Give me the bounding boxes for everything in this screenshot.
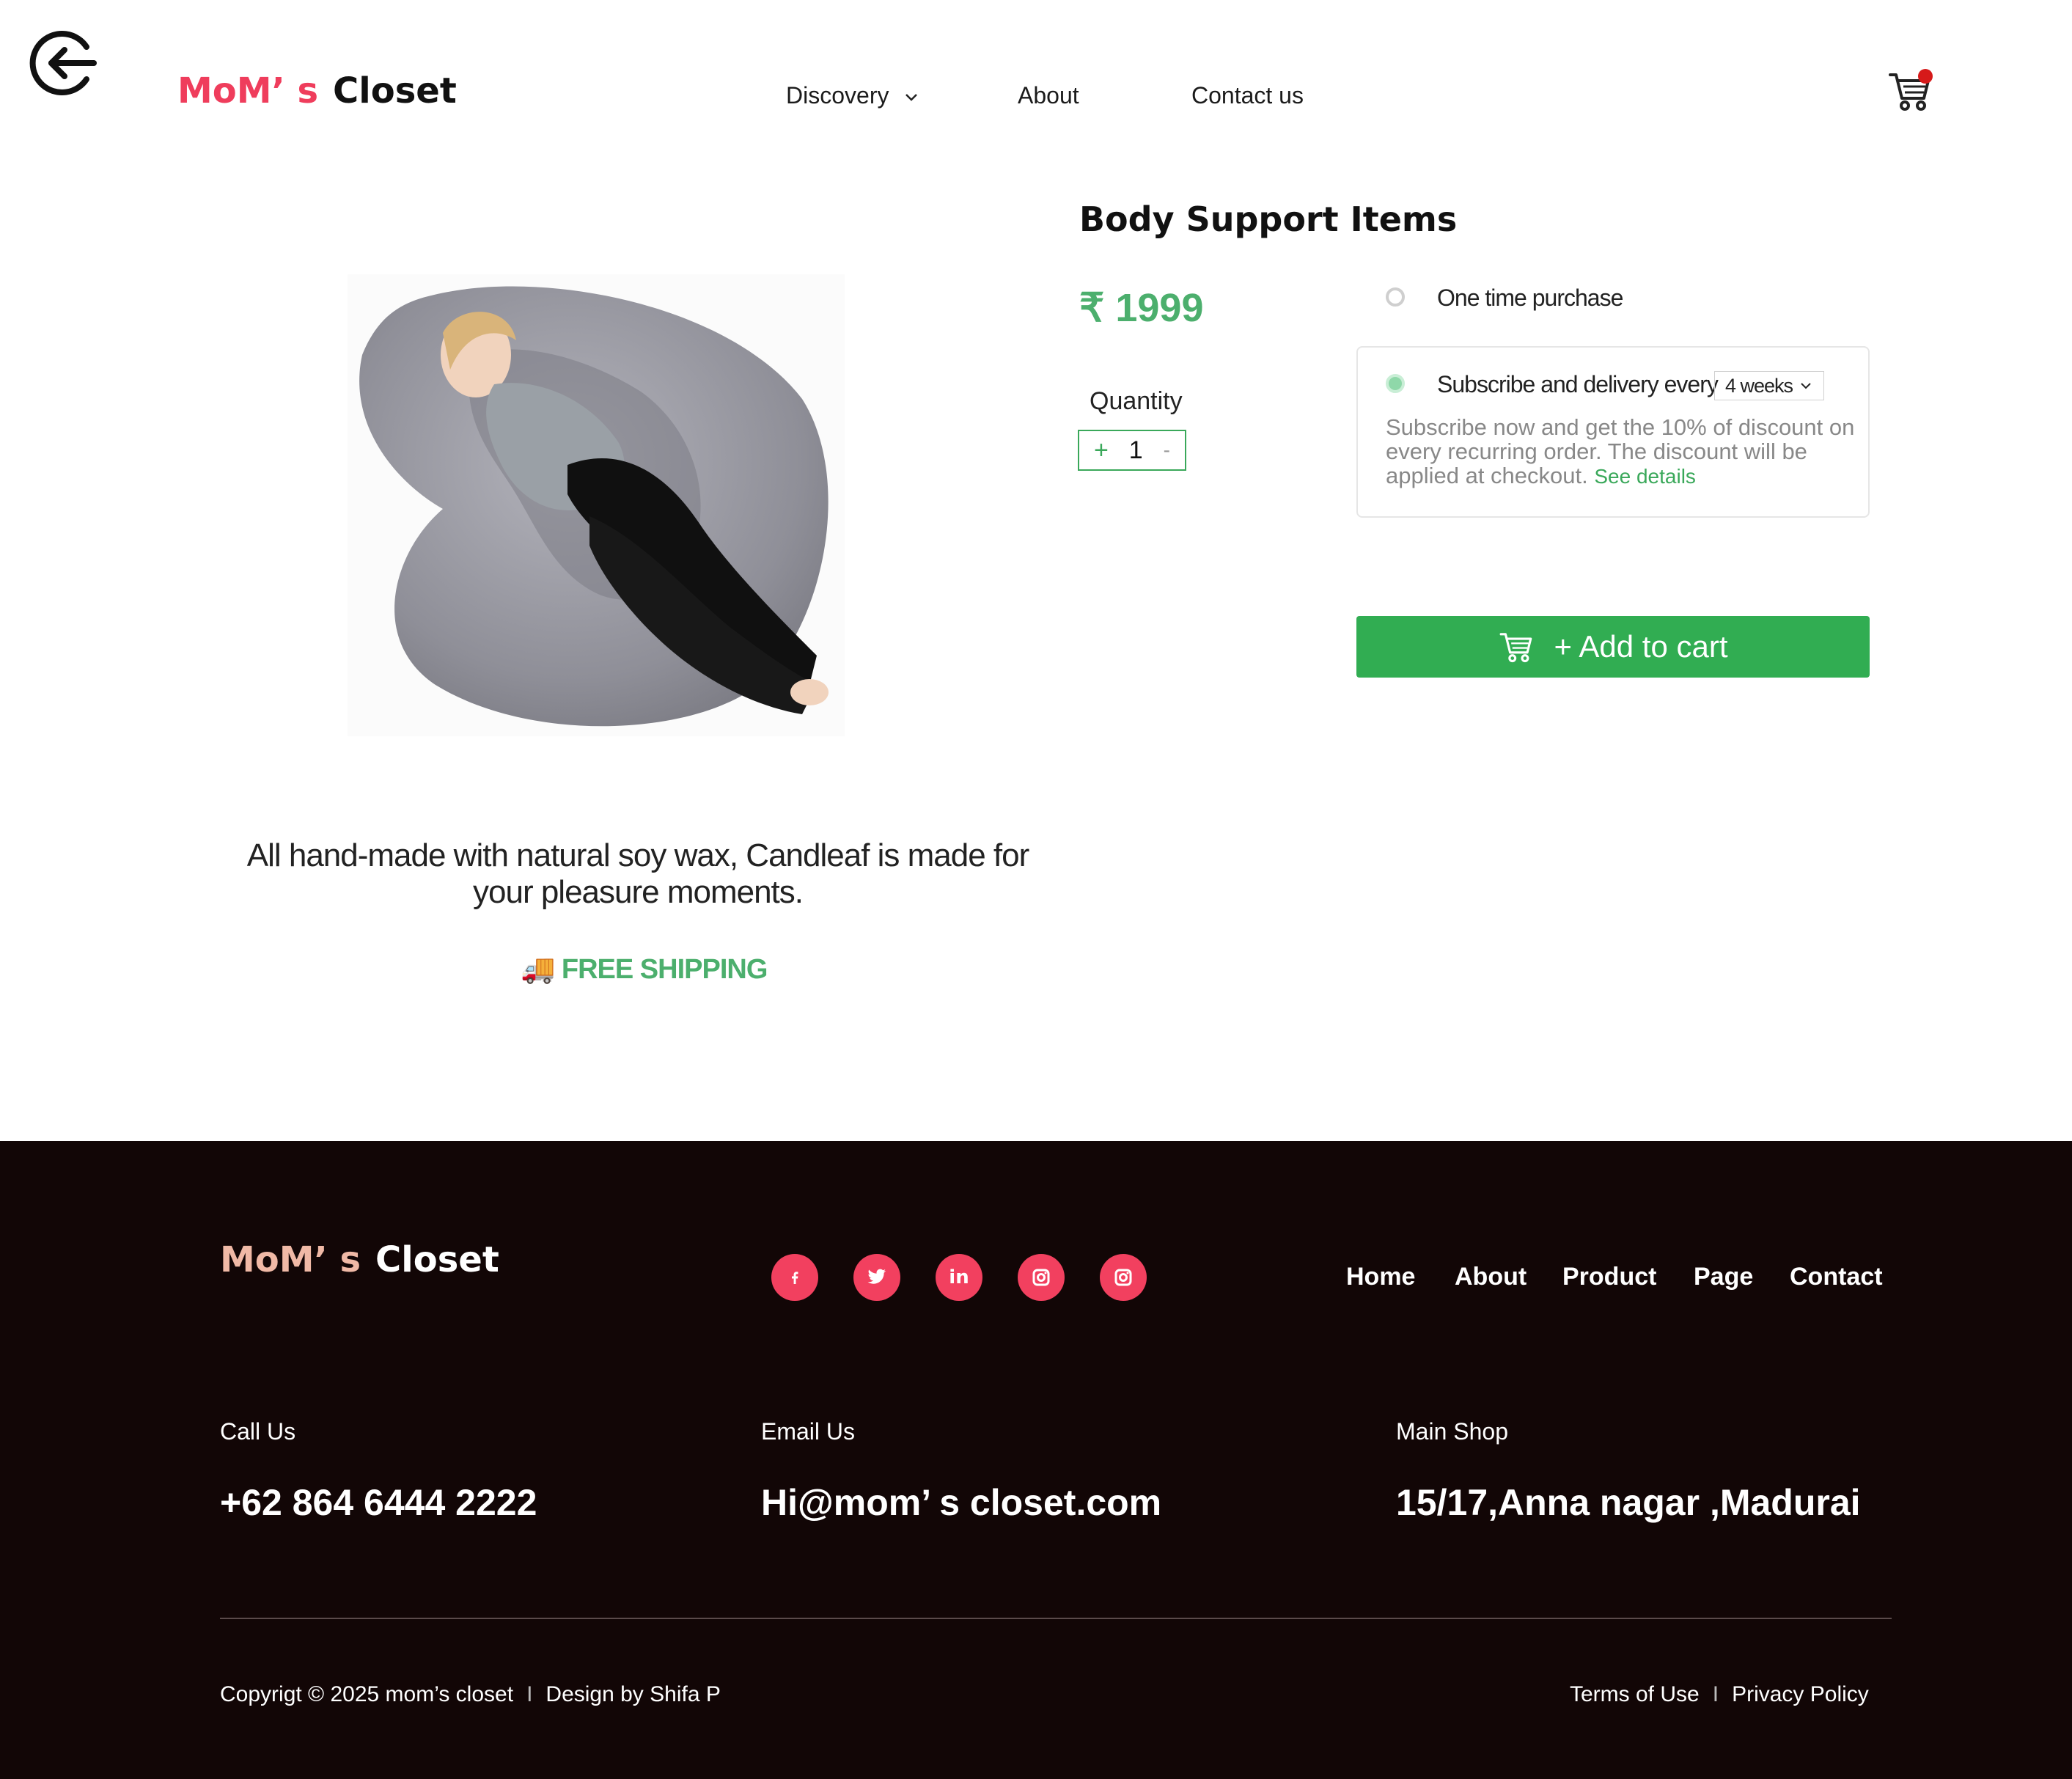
product-image xyxy=(348,274,845,736)
email-us-label: Email Us xyxy=(761,1418,856,1445)
privacy-policy-link[interactable]: Privacy Policy xyxy=(1732,1682,1869,1706)
product-price: ₹ 1999 xyxy=(1079,286,1204,330)
arrow-left-circle-icon xyxy=(29,31,97,95)
instagram-icon xyxy=(1114,1269,1132,1286)
shopping-cart-icon xyxy=(1499,633,1532,663)
truck-icon: 🚚 xyxy=(521,954,555,985)
call-us-label: Call Us xyxy=(220,1418,296,1445)
phone-number[interactable]: +62 864 6444 2222 xyxy=(220,1481,537,1524)
product-title: Body Support Items xyxy=(1079,199,1458,239)
footer-nav-product[interactable]: Product xyxy=(1562,1263,1656,1291)
twitter-icon xyxy=(867,1269,886,1284)
quantity-value: 1 xyxy=(1128,436,1143,464)
add-to-cart-button[interactable]: + Add to cart xyxy=(1356,616,1870,678)
quantity-decrease-button[interactable]: - xyxy=(1164,439,1170,462)
footer-logo-text-secondary: Closet xyxy=(375,1239,499,1280)
free-shipping-label: FREE SHIPPING xyxy=(561,954,768,985)
shop-address: 15/17,Anna nagar ,Madurai xyxy=(1396,1482,1861,1523)
nav-about[interactable]: About xyxy=(1018,82,1079,109)
footer-nav-about[interactable]: About xyxy=(1455,1263,1527,1291)
credits-separator: I xyxy=(526,1682,533,1706)
one-time-purchase-label[interactable]: One time purchase xyxy=(1437,285,1623,312)
subscribe-label[interactable]: Subscribe and delivery every xyxy=(1437,371,1719,398)
linkedin-icon: in xyxy=(949,1266,969,1288)
email-address[interactable]: Hi@mom’ s closet.com xyxy=(761,1481,1161,1524)
chevron-down-icon xyxy=(1801,383,1811,389)
footer-divider xyxy=(220,1618,1892,1619)
free-shipping-badge: 🚚 FREE SHIPPING xyxy=(521,953,768,986)
linkedin-button[interactable]: in xyxy=(936,1254,982,1301)
site-logo[interactable]: MoM’ s Closet xyxy=(177,70,457,111)
footer-nav-contact[interactable]: Contact xyxy=(1790,1263,1883,1291)
delivery-interval-select[interactable]: 4 weeks xyxy=(1714,371,1824,400)
logo-text-secondary: Closet xyxy=(333,70,457,111)
see-details-link[interactable]: See details xyxy=(1594,465,1696,488)
terms-of-use-link[interactable]: Terms of Use xyxy=(1570,1682,1700,1706)
subscribe-description: Subscribe now and get the 10% of discoun… xyxy=(1386,415,1855,488)
main-shop-label: Main Shop xyxy=(1396,1418,1508,1445)
footer-credits: Copyrigt © 2025 mom’s closet I Design by S… xyxy=(220,1682,721,1707)
twitter-button[interactable] xyxy=(853,1254,900,1301)
nav-discovery[interactable]: Discovery xyxy=(786,82,919,109)
one-time-purchase-radio[interactable] xyxy=(1386,287,1405,307)
quantity-stepper[interactable]: + 1 - xyxy=(1078,430,1186,471)
footer-nav-home[interactable]: Home xyxy=(1346,1263,1415,1291)
footer-logo[interactable]: MoM’ s Closet xyxy=(220,1239,499,1280)
nav-discovery-label: Discovery xyxy=(786,82,889,109)
logo-text-primary: MoM’ s xyxy=(177,70,319,111)
delivery-interval-value: 4 weeks xyxy=(1725,374,1793,397)
designer-credit: Design by Shifa P xyxy=(545,1682,721,1706)
footer-logo-text-primary: MoM’ s xyxy=(220,1239,361,1280)
instagram-icon xyxy=(1032,1269,1050,1286)
cart-notification-dot xyxy=(1918,69,1933,84)
chevron-down-icon xyxy=(905,93,918,101)
facebook-icon xyxy=(792,1272,798,1284)
back-button[interactable] xyxy=(29,26,103,100)
product-tagline: All hand-made with natural soy wax, Cand… xyxy=(246,837,1030,910)
facebook-button[interactable] xyxy=(771,1254,818,1301)
copyright-text: Copyrigt © 2025 mom’s closet xyxy=(220,1682,514,1706)
quantity-increase-button[interactable]: + xyxy=(1094,436,1109,465)
subscribe-radio[interactable] xyxy=(1386,374,1405,393)
nav-contact-us[interactable]: Contact us xyxy=(1191,82,1304,109)
instagram-button[interactable] xyxy=(1018,1254,1065,1301)
legal-separator: I xyxy=(1712,1682,1719,1706)
quantity-label: Quantity xyxy=(1090,387,1183,415)
footer-nav-page[interactable]: Page xyxy=(1694,1263,1753,1291)
add-to-cart-label: + Add to cart xyxy=(1554,629,1728,664)
footer-legal-links: Terms of Use I Privacy Policy xyxy=(1570,1682,1869,1707)
instagram-button-2[interactable] xyxy=(1100,1254,1147,1301)
